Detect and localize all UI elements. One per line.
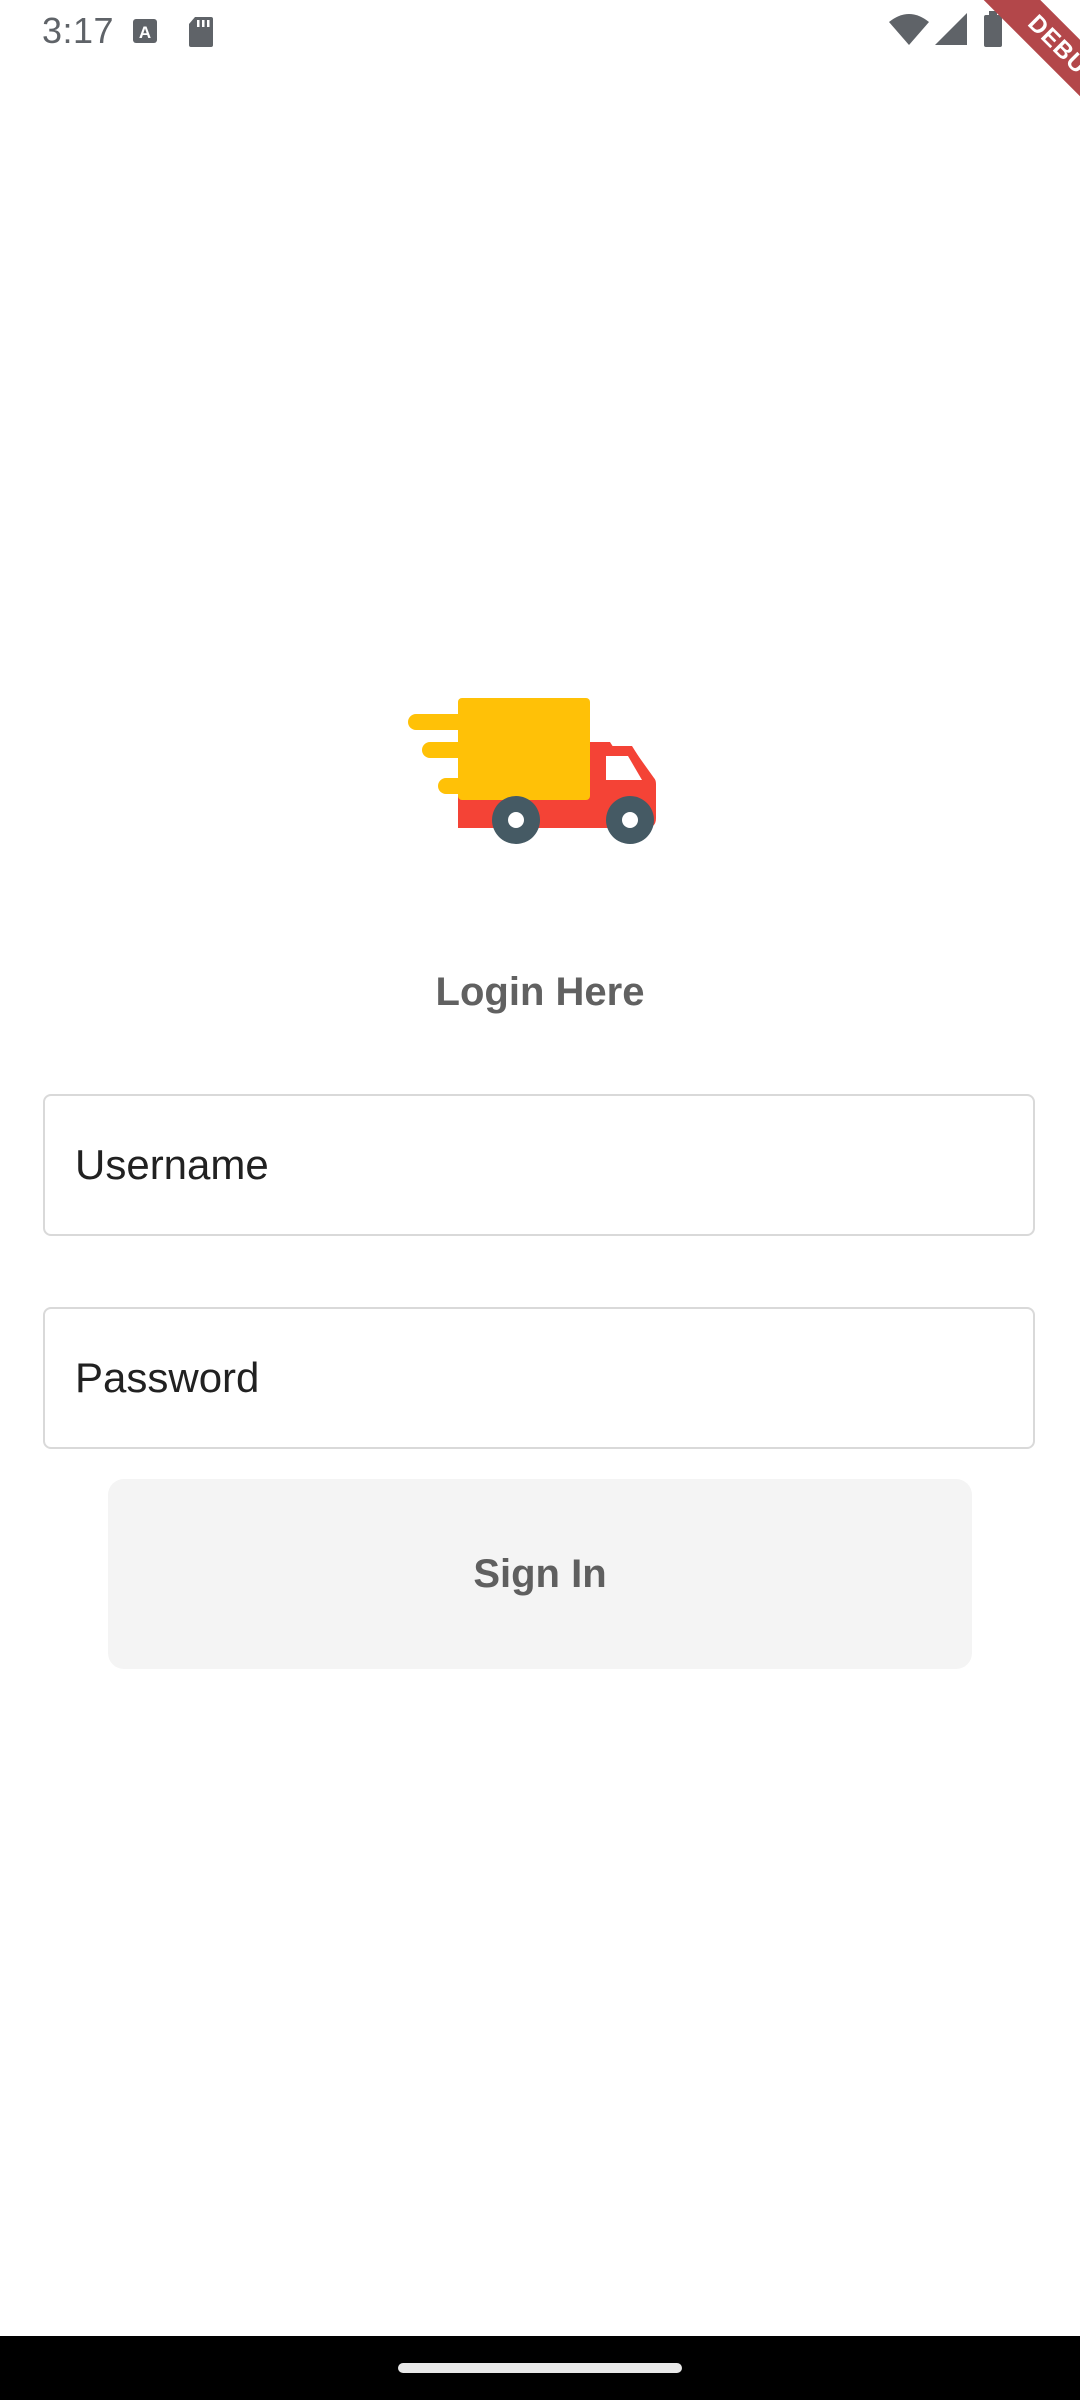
sd-card-icon bbox=[189, 17, 213, 47]
login-title: Login Here bbox=[435, 970, 645, 1014]
password-input[interactable] bbox=[45, 1309, 1033, 1447]
home-gesture-handle[interactable] bbox=[398, 2363, 682, 2373]
debug-banner-label: DEBUG bbox=[957, 0, 1080, 159]
svg-text:A: A bbox=[139, 23, 151, 42]
sign-in-button[interactable]: Sign In bbox=[108, 1479, 972, 1669]
delivery-truck-icon bbox=[408, 698, 656, 844]
password-field[interactable] bbox=[43, 1307, 1035, 1449]
text-a-icon: A bbox=[133, 19, 157, 43]
status-bar: 3:17 A bbox=[0, 0, 1080, 64]
username-input[interactable] bbox=[45, 1096, 1033, 1234]
username-field[interactable] bbox=[43, 1094, 1035, 1236]
status-time: 3:17 bbox=[42, 10, 115, 51]
debug-banner: DEBUG bbox=[920, 0, 1080, 160]
